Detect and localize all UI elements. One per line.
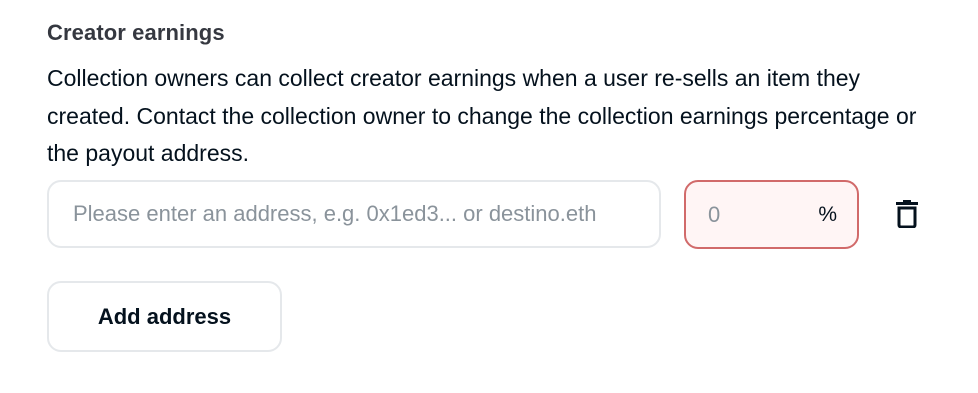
section-description: Collection owners can collect creator ea… [47, 65, 917, 166]
percentage-input[interactable] [686, 182, 796, 247]
add-address-button[interactable]: Add address [47, 281, 282, 352]
address-field [47, 180, 661, 248]
trash-icon [896, 200, 918, 228]
address-input[interactable] [49, 182, 659, 246]
section-title: Creator earnings [47, 20, 225, 45]
percentage-field: % [684, 180, 859, 249]
percent-suffix: % [818, 202, 837, 226]
delete-address-button[interactable] [889, 196, 925, 232]
